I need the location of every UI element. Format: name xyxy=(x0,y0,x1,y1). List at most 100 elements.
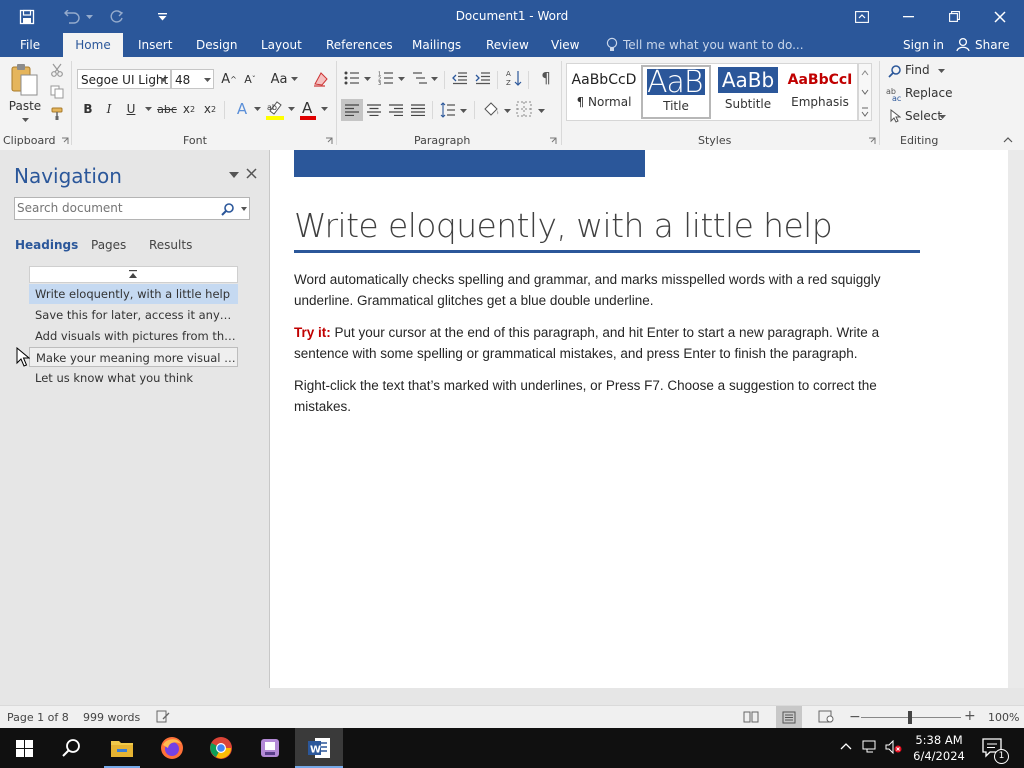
undo-dropdown-icon[interactable] xyxy=(84,0,94,33)
nav-tab-pages[interactable]: Pages xyxy=(91,238,126,252)
tab-design[interactable]: Design xyxy=(186,33,247,57)
font-color-icon[interactable]: A xyxy=(299,99,317,121)
file-explorer-icon[interactable] xyxy=(98,728,146,768)
underline-icon[interactable]: U xyxy=(122,99,140,119)
collapse-ribbon-icon[interactable] xyxy=(1003,137,1013,143)
bullets-dropdown-icon[interactable] xyxy=(364,77,371,81)
style-subtitle[interactable]: AaBb Subtitle xyxy=(713,65,783,119)
shading-dropdown-icon[interactable] xyxy=(504,109,511,113)
app-icon[interactable] xyxy=(246,728,294,768)
web-layout-icon[interactable] xyxy=(818,710,834,723)
format-painter-icon[interactable] xyxy=(50,107,66,121)
show-hide-marks-icon[interactable]: ¶ xyxy=(537,68,555,88)
document-canvas[interactable]: Write eloquently, with a little help Wor… xyxy=(270,150,1008,688)
search-options-icon[interactable] xyxy=(241,207,247,211)
tab-view[interactable]: View xyxy=(541,33,589,57)
read-mode-icon[interactable] xyxy=(743,710,759,723)
tab-file[interactable]: File xyxy=(10,33,50,57)
document-heading[interactable]: Write eloquently, with a little help xyxy=(294,206,920,245)
change-case-dropdown-icon[interactable] xyxy=(291,77,298,81)
font-size-combo[interactable]: 48 xyxy=(171,69,214,89)
minimize-icon[interactable] xyxy=(885,0,931,33)
select-button[interactable]: Select xyxy=(905,109,942,123)
windows-start-icon[interactable] xyxy=(0,728,48,768)
copy-icon[interactable] xyxy=(50,85,64,99)
body-paragraph-2[interactable]: Try it: Put your cursor at the end of th… xyxy=(294,322,924,364)
align-left-button[interactable] xyxy=(341,99,363,121)
firefox-icon[interactable] xyxy=(148,728,196,768)
print-layout-button[interactable] xyxy=(776,706,802,728)
highlight-dropdown-icon[interactable] xyxy=(288,107,295,111)
zoom-slider-thumb[interactable] xyxy=(908,711,912,724)
zoom-out-icon[interactable]: − xyxy=(849,710,861,724)
volume-muted-icon[interactable] xyxy=(885,740,903,754)
line-spacing-dropdown-icon[interactable] xyxy=(460,109,467,113)
nav-heading-item[interactable]: Make your meaning more visual by formatt… xyxy=(29,347,238,367)
tell-me-box[interactable]: Tell me what you want to do... xyxy=(623,33,804,57)
highlight-icon[interactable]: ab xyxy=(265,99,285,121)
align-center-icon[interactable] xyxy=(367,104,381,116)
tab-home[interactable]: Home xyxy=(63,33,123,57)
bold-icon[interactable]: B xyxy=(79,99,97,119)
close-icon[interactable] xyxy=(977,0,1023,33)
restore-icon[interactable] xyxy=(931,0,977,33)
pane-close-icon[interactable] xyxy=(246,168,257,179)
sign-in-link[interactable]: Sign in xyxy=(903,33,944,57)
multilevel-list-icon[interactable] xyxy=(412,71,428,85)
select-dropdown-icon[interactable] xyxy=(939,115,946,119)
body-paragraph-1[interactable]: Word automatically checks spelling and g… xyxy=(294,269,924,311)
underline-dropdown-icon[interactable] xyxy=(145,107,152,111)
find-button[interactable]: Find xyxy=(905,63,930,77)
horizontal-scrollbar[interactable] xyxy=(270,688,1008,705)
numbering-icon[interactable]: 123 xyxy=(378,71,394,85)
pane-options-icon[interactable] xyxy=(229,172,239,178)
zoom-in-icon[interactable]: + xyxy=(964,709,976,723)
body-paragraph-3[interactable]: Right-click the text that’s marked with … xyxy=(294,375,924,417)
nav-heading-item[interactable]: Save this for later, access it anywhere xyxy=(29,305,238,325)
show-hidden-icons-icon[interactable] xyxy=(840,742,852,750)
save-icon[interactable] xyxy=(14,0,40,33)
nav-tab-headings[interactable]: Headings xyxy=(15,238,78,252)
nav-heading-item[interactable]: Write eloquently, with a little help xyxy=(29,284,238,304)
nav-heading-item[interactable]: Let us know what you think xyxy=(29,368,238,388)
align-right-icon[interactable] xyxy=(389,104,403,116)
share-button[interactable]: Share xyxy=(975,33,1010,57)
chevron-down-icon[interactable] xyxy=(160,78,167,82)
proofing-icon[interactable] xyxy=(156,710,170,723)
change-case-button[interactable]: Aa xyxy=(268,69,290,89)
replace-button[interactable]: Replace xyxy=(905,86,952,100)
italic-icon[interactable]: I xyxy=(101,99,117,119)
nav-tab-results[interactable]: Results xyxy=(149,238,192,252)
clear-formatting-icon[interactable] xyxy=(311,70,329,88)
line-spacing-icon[interactable] xyxy=(440,102,456,118)
redo-icon[interactable] xyxy=(106,0,128,33)
styles-gallery-scroll[interactable] xyxy=(858,63,872,121)
tab-references[interactable]: References xyxy=(316,33,403,57)
strikethrough-icon[interactable]: abc xyxy=(156,99,178,119)
network-icon[interactable] xyxy=(862,740,878,754)
tab-layout[interactable]: Layout xyxy=(251,33,312,57)
subscript-icon[interactable]: x2 xyxy=(180,99,198,119)
nav-heading-item[interactable]: Add visuals with pictures from the web xyxy=(29,326,238,346)
word-taskbar-icon[interactable]: W xyxy=(295,728,343,768)
sort-icon[interactable]: AZ xyxy=(506,69,522,87)
paste-dropdown-icon[interactable] xyxy=(22,118,29,122)
word-count[interactable]: 999 words xyxy=(83,711,140,724)
chrome-icon[interactable] xyxy=(197,728,245,768)
superscript-icon[interactable]: x2 xyxy=(201,99,219,119)
decrease-indent-icon[interactable] xyxy=(452,71,468,85)
borders-icon[interactable] xyxy=(516,101,532,117)
increase-indent-icon[interactable] xyxy=(475,71,491,85)
search-icon[interactable] xyxy=(48,728,96,768)
paste-button[interactable]: Paste xyxy=(8,63,42,115)
search-document-box[interactable] xyxy=(14,197,250,220)
borders-dropdown-icon[interactable] xyxy=(538,109,545,113)
tab-mailings[interactable]: Mailings xyxy=(402,33,471,57)
font-color-dropdown-icon[interactable] xyxy=(321,107,328,111)
style-emphasis[interactable]: AaBbCcI Emphasis xyxy=(785,65,855,119)
shrink-font-icon[interactable]: Aˇ xyxy=(241,69,259,89)
cut-icon[interactable] xyxy=(50,63,64,77)
shading-icon[interactable] xyxy=(482,100,500,118)
text-effects-icon[interactable]: A xyxy=(232,99,252,119)
clipboard-launcher-icon[interactable] xyxy=(61,137,69,145)
